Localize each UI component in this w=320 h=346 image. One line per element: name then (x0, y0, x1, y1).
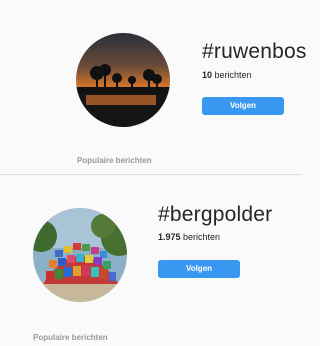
post-count-suffix: berichten (212, 70, 252, 80)
post-count-value: 10 (202, 70, 213, 80)
hashtag-header-ruwenbos: #ruwenbos 10 berichten Volgen Populaire … (0, 0, 306, 174)
colorful-dome-photo (33, 208, 127, 302)
hashtag-profile-image[interactable] (76, 33, 170, 127)
hashtag-title: #bergpolder (158, 203, 273, 226)
follow-button[interactable]: Volgen (202, 97, 284, 115)
hashtag-header-bergpolder: #bergpolder 1.975 berichten Volgen Popul… (0, 175, 301, 346)
post-count-value: 1.975 (158, 232, 181, 242)
popular-posts-heading: Populaire berichten (33, 333, 108, 342)
post-count: 10 berichten (202, 70, 252, 80)
post-count: 1.975 berichten (158, 232, 220, 242)
post-count-suffix: berichten (180, 232, 221, 242)
follow-button[interactable]: Volgen (158, 260, 240, 278)
hashtag-title: #ruwenbos (202, 40, 307, 63)
popular-posts-heading: Populaire berichten (77, 156, 152, 165)
hashtag-profile-image[interactable] (33, 208, 127, 302)
sunset-forest-photo (76, 33, 170, 127)
